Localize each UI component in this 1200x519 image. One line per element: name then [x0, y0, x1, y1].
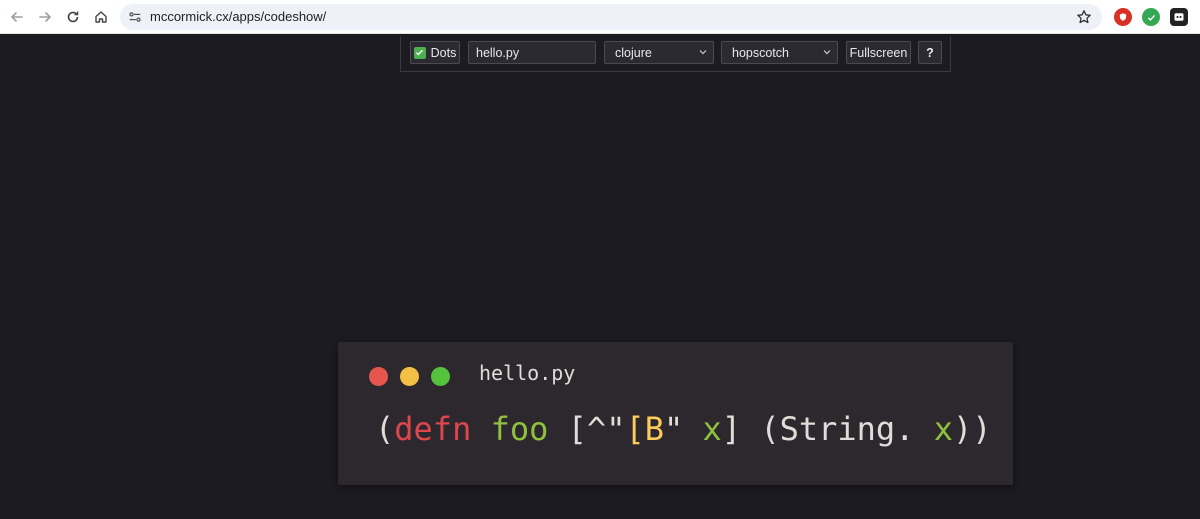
- window-dot-yellow: [400, 367, 419, 386]
- profile-extension-icon[interactable]: [1170, 8, 1188, 26]
- fullscreen-button[interactable]: Fullscreen: [846, 41, 911, 64]
- window-filename: hello.py: [479, 361, 576, 385]
- window-dot-green: [431, 367, 450, 386]
- dots-label: Dots: [430, 45, 457, 60]
- ublock-extension-icon[interactable]: [1114, 8, 1132, 26]
- codeshow-toolbar: Dots hello.py clojure hopscotch Fullscre…: [400, 36, 951, 72]
- code-token: x: [702, 410, 722, 448]
- chevron-down-icon: [823, 50, 831, 55]
- code-token: ] (String.: [721, 410, 934, 448]
- code-token: [B: [625, 410, 664, 448]
- code-token: x: [933, 410, 953, 448]
- filename-input-value: hello.py: [476, 45, 520, 60]
- code-token: ": [663, 410, 703, 448]
- code-token: foo: [490, 410, 549, 448]
- dots-toggle-button[interactable]: Dots: [410, 41, 460, 64]
- home-icon[interactable]: [90, 6, 112, 28]
- code-token: defn: [394, 410, 472, 448]
- checkbox-checked-icon: [413, 46, 426, 59]
- browser-toolbar: mccormick.cx/apps/codeshow/: [0, 0, 1200, 34]
- reload-icon[interactable]: [62, 6, 84, 28]
- code-line: (defn foo [^"[B" x] (String. x)): [375, 410, 992, 448]
- help-label: ?: [926, 45, 934, 60]
- url-text: mccormick.cx/apps/codeshow/: [150, 9, 327, 24]
- code-token: [^": [548, 410, 626, 448]
- code-window: hello.py (defn foo [^"[B" x] (String. x)…: [338, 342, 1013, 485]
- chevron-down-icon: [699, 50, 707, 55]
- bookmark-star-icon[interactable]: [1076, 9, 1092, 25]
- filename-input[interactable]: hello.py: [468, 41, 596, 64]
- site-settings-icon[interactable]: [127, 9, 143, 25]
- language-select[interactable]: clojure: [604, 41, 714, 64]
- address-bar[interactable]: mccormick.cx/apps/codeshow/: [120, 4, 1102, 30]
- code-token: (: [375, 410, 395, 448]
- window-dot-red: [369, 367, 388, 386]
- language-select-value: clojure: [615, 45, 652, 60]
- back-icon[interactable]: [6, 6, 28, 28]
- code-token: )): [952, 410, 992, 448]
- forward-icon[interactable]: [34, 6, 56, 28]
- theme-select[interactable]: hopscotch: [721, 41, 838, 64]
- check-extension-icon[interactable]: [1142, 8, 1160, 26]
- help-button[interactable]: ?: [918, 41, 942, 64]
- fullscreen-label: Fullscreen: [849, 45, 908, 60]
- theme-select-value: hopscotch: [732, 45, 789, 60]
